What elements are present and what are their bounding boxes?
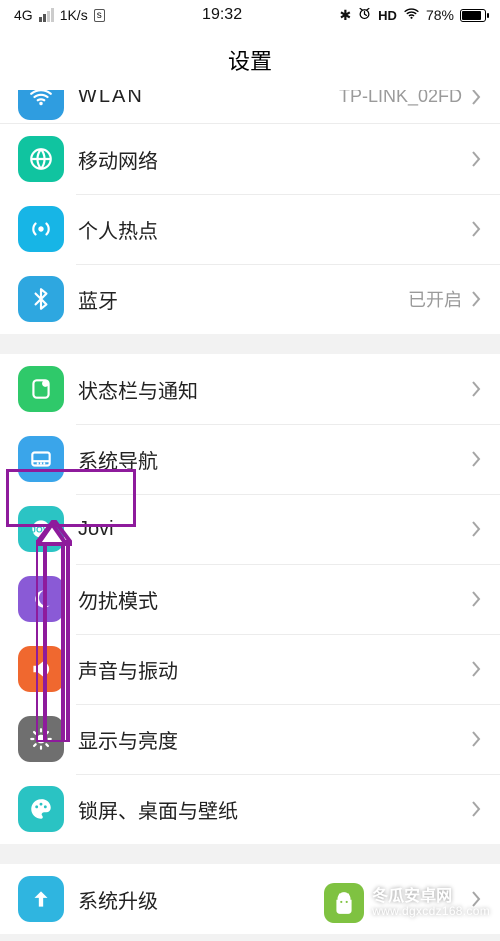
- chevron-right-icon: [470, 380, 482, 398]
- row-status-label: 状态栏与通知: [78, 375, 470, 404]
- row-wlan-label: WLAN: [78, 90, 339, 108]
- hd-icon: HD: [378, 8, 397, 23]
- chevron-right-icon: [470, 290, 482, 308]
- chevron-right-icon: [470, 660, 482, 678]
- watermark-url: www.dgxcdz168.com: [372, 905, 490, 918]
- row-bluetooth-value: 已开启: [408, 286, 462, 312]
- row-mobile-network[interactable]: 移动网络: [0, 124, 500, 194]
- chevron-right-icon: [470, 590, 482, 608]
- row-mobile-label: 移动网络: [78, 145, 470, 174]
- chevron-right-icon: [470, 730, 482, 748]
- row-jovi[interactable]: JOVI Jovi: [0, 494, 500, 564]
- row-hotspot-label: 个人热点: [78, 215, 470, 244]
- row-lock-label: 锁屏、桌面与壁纸: [78, 795, 470, 824]
- row-wlan[interactable]: WLAN TP-LINK_02FD: [0, 90, 500, 124]
- row-sound-label: 声音与振动: [78, 655, 470, 684]
- row-nav-label: 系统导航: [78, 445, 470, 474]
- chevron-right-icon: [470, 220, 482, 238]
- wifi-setting-icon: [18, 90, 64, 120]
- chevron-right-icon: [470, 800, 482, 818]
- net-speed: 1K/s: [60, 7, 88, 23]
- speaker-icon: [18, 646, 64, 692]
- watermark-name: 冬瓜安卓网: [372, 888, 490, 906]
- hotspot-icon: [18, 206, 64, 252]
- bluetooth-status-icon: ✱: [339, 7, 351, 24]
- row-display[interactable]: 显示与亮度: [0, 704, 500, 774]
- jovi-icon: JOVI: [18, 506, 64, 552]
- page-title-bar: 设置: [0, 30, 500, 90]
- chevron-right-icon: [470, 520, 482, 538]
- navigation-icon: [18, 436, 64, 482]
- signal-icon: [39, 8, 54, 22]
- alarm-icon: [357, 6, 372, 24]
- battery-pct: 78%: [426, 7, 454, 23]
- bluetooth-icon: [18, 276, 64, 322]
- status-bar: 4G 1K/s s 19:32 ✱ HD 78%: [0, 0, 500, 30]
- watermark: 冬瓜安卓网 www.dgxcdz168.com: [324, 883, 490, 923]
- moon-icon: [18, 576, 64, 622]
- row-status-notifications[interactable]: 状态栏与通知: [0, 354, 500, 424]
- row-jovi-label: Jovi: [78, 518, 470, 541]
- notification-icon: [18, 366, 64, 412]
- globe-icon: [18, 136, 64, 182]
- palette-icon: [18, 786, 64, 832]
- svg-text:JOVI: JOVI: [31, 524, 51, 534]
- chevron-right-icon: [470, 150, 482, 168]
- wifi-icon: [403, 5, 420, 25]
- row-display-label: 显示与亮度: [78, 725, 470, 754]
- row-dnd-label: 勿扰模式: [78, 585, 470, 614]
- row-wlan-value: TP-LINK_02FD: [339, 90, 462, 107]
- row-hotspot[interactable]: 个人热点: [0, 194, 500, 264]
- status-right: ✱ HD 78%: [339, 5, 486, 25]
- net-speed-unit: s: [94, 9, 105, 22]
- page-title: 设置: [228, 44, 272, 76]
- row-system-navigation[interactable]: 系统导航: [0, 424, 500, 494]
- row-bluetooth[interactable]: 蓝牙 已开启: [0, 264, 500, 334]
- status-left: 4G 1K/s s: [14, 7, 105, 23]
- row-lock-wallpaper[interactable]: 锁屏、桌面与壁纸: [0, 774, 500, 844]
- chevron-right-icon: [470, 90, 482, 106]
- row-bluetooth-label: 蓝牙: [78, 285, 408, 314]
- upgrade-icon: [18, 876, 64, 922]
- row-sound[interactable]: 声音与振动: [0, 634, 500, 704]
- status-time: 19:32: [202, 6, 242, 24]
- chevron-right-icon: [470, 450, 482, 468]
- watermark-logo-icon: [324, 883, 364, 923]
- row-dnd[interactable]: 勿扰模式: [0, 564, 500, 634]
- battery-icon: [460, 9, 486, 22]
- net-type: 4G: [14, 7, 33, 23]
- brightness-icon: [18, 716, 64, 762]
